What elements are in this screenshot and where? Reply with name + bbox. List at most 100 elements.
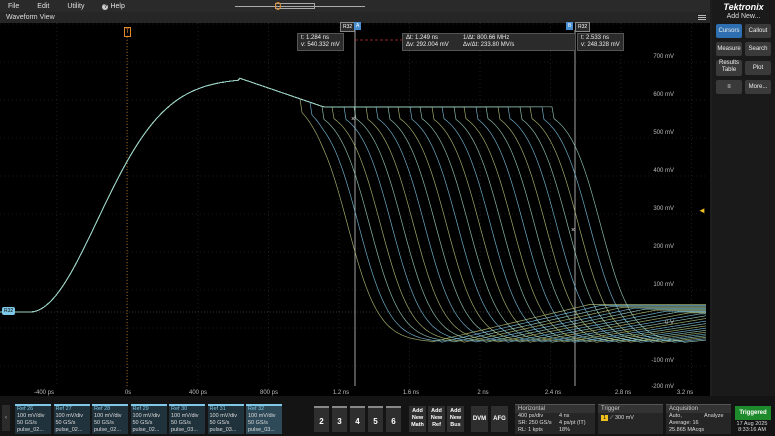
y-tick: 700 mV bbox=[653, 54, 674, 60]
dvm-button[interactable]: DVM bbox=[471, 406, 488, 432]
ref-file: pulse_03... bbox=[171, 427, 198, 433]
ref-file: pulse_03... bbox=[248, 427, 275, 433]
y-tick: 600 mV bbox=[653, 92, 674, 98]
menu-help-label: Help bbox=[110, 2, 125, 10]
ref-file: pulse_02... bbox=[132, 427, 160, 433]
channel-3-button[interactable]: 3 bbox=[332, 406, 347, 432]
channel-5-button[interactable]: 5 bbox=[368, 406, 383, 432]
side-panel: Cursors Callout Measure Search Results Ta… bbox=[712, 24, 775, 396]
help-icon: ? bbox=[102, 3, 109, 10]
ref-scale: 100 mV/div bbox=[209, 413, 238, 419]
cursor-a-handle[interactable]: A bbox=[354, 22, 362, 30]
cursor-b-handle[interactable]: B bbox=[566, 22, 574, 30]
waveform-plot[interactable]: ×× bbox=[0, 23, 763, 405]
cursor-b-crosshair: × bbox=[571, 227, 575, 234]
view-menu-icon[interactable] bbox=[698, 15, 706, 21]
trigger-position-icon bbox=[275, 2, 281, 10]
afg-button[interactable]: AFG bbox=[491, 406, 508, 432]
channel-6-button[interactable]: 6 bbox=[386, 406, 401, 432]
triggered-status[interactable]: Triggered bbox=[735, 406, 771, 420]
ref-scale: 100 mV/div bbox=[248, 413, 276, 419]
ref-badge[interactable]: Ref 29 100 mV/div 50 GS/s pulse_02... bbox=[130, 404, 167, 434]
y-tick: 0 V bbox=[664, 320, 674, 326]
ref-rate: 50 GS/s bbox=[248, 420, 268, 426]
y-tick: 100 mV bbox=[653, 282, 674, 288]
ref-rate: 50 GS/s bbox=[17, 420, 37, 426]
trigger-source-badge: 1 bbox=[601, 415, 609, 421]
ref-name: Ref 27 bbox=[55, 406, 72, 412]
more-button[interactable]: More... bbox=[745, 80, 771, 94]
measure-button[interactable]: Measure bbox=[716, 42, 742, 56]
ref-scale: 100 mV/div bbox=[171, 413, 199, 419]
ref-rate: 50 GS/s bbox=[171, 420, 191, 426]
ref-name: Ref 30 bbox=[171, 406, 188, 412]
y-tick: 400 mV bbox=[653, 168, 674, 174]
ref-file: pulse_02... bbox=[17, 427, 44, 433]
y-tick: 200 mV bbox=[653, 244, 674, 250]
channel-4-button[interactable]: 4 bbox=[350, 406, 365, 432]
cursors-button[interactable]: Cursors bbox=[716, 24, 742, 38]
plot-button[interactable]: Plot bbox=[745, 61, 771, 75]
ref-scale: 100 mV/div bbox=[94, 413, 122, 419]
more-icon-button[interactable]: ≡ bbox=[716, 80, 742, 94]
ref-name: Ref 28 bbox=[94, 406, 111, 412]
cursor-delta-readout: Δt: 1.249 ns 1/Δt: 800.66 MHz Δv: 292.00… bbox=[402, 33, 576, 51]
ref-badge[interactable]: Ref 30 100 mV/div 50 GS/s pulse_03... bbox=[169, 404, 205, 434]
y-tick: -100 mV bbox=[651, 358, 674, 364]
menu-utility[interactable]: Utility bbox=[67, 3, 84, 10]
menu-edit[interactable]: Edit bbox=[37, 3, 49, 10]
y-tick: 500 mV bbox=[653, 130, 674, 136]
ref-name: Ref 26 bbox=[17, 406, 34, 412]
ref-name: Ref 29 bbox=[132, 406, 149, 412]
trigger-panel[interactable]: Trigger 1 ⟋ 300 mV bbox=[598, 404, 663, 434]
results-table-button[interactable]: Results Table bbox=[716, 60, 742, 76]
ref-badge[interactable]: Ref 28 100 mV/div 50 GS/s pulse_02... bbox=[92, 404, 128, 434]
acquisition-panel[interactable]: Acquisition Auto, Analyze Average: 16 25.… bbox=[666, 404, 731, 434]
ref-file: pulse_02... bbox=[94, 427, 121, 433]
waveform-view[interactable]: Waveform View × × 700 mV 600 mV 500 mV 40… bbox=[0, 12, 763, 405]
rising-edge-icon: ⟋ bbox=[609, 415, 614, 421]
bars-icon: ≡ bbox=[727, 84, 731, 90]
brand-area: Tektronix Add New... bbox=[712, 0, 775, 24]
add-new-bus-button[interactable]: Add New Bus bbox=[447, 406, 464, 432]
cursor-a-readout: t: 1.284 ns v: 540.332 mV bbox=[297, 33, 344, 51]
cursor-b-ref-tag: R32 bbox=[575, 22, 591, 32]
add-new-math-button[interactable]: Add New Math bbox=[409, 406, 426, 432]
ref-rate: 50 GS/s bbox=[132, 420, 153, 426]
add-new-label: Add New... bbox=[726, 13, 761, 20]
channel-2-button[interactable]: 2 bbox=[314, 406, 329, 432]
ref-file: pulse_03... bbox=[209, 427, 237, 433]
plot-area[interactable]: × × 700 mV 600 mV 500 mV 400 mV 300 mV 20… bbox=[0, 22, 763, 405]
menu-help[interactable]: ? Help bbox=[102, 2, 125, 10]
ref-rate: 50 GS/s bbox=[94, 420, 114, 426]
settings-bar: ‹ Ref 26 100 mV/div 50 GS/s pulse_02... Ref … bbox=[0, 396, 775, 436]
ref-badge[interactable]: Ref 31 100 mV/div 50 GS/s pulse_03... bbox=[207, 404, 244, 434]
scroll-left-button[interactable]: ‹ bbox=[2, 405, 10, 431]
ref-badge[interactable]: Ref 26 100 mV/div 50 GS/s pulse_02... bbox=[15, 404, 51, 434]
add-new-ref-button[interactable]: Add New Ref bbox=[428, 406, 445, 432]
ref-rate: 50 GS/s bbox=[55, 420, 76, 426]
trigger-level-icon[interactable]: ◄ bbox=[698, 206, 706, 215]
callout-button[interactable]: Callout bbox=[745, 24, 771, 38]
ref-badge[interactable]: Ref 27 100 mV/div 50 GS/s pulse_02... bbox=[53, 404, 90, 434]
trigger-time-marker[interactable]: T bbox=[124, 27, 131, 37]
horizontal-panel[interactable]: Horizontal 400 ps/div 4 ns SR: 250 GS/s 4 … bbox=[515, 404, 595, 434]
y-tick: 300 mV bbox=[653, 206, 674, 212]
tektronix-logo: Tektronix bbox=[723, 2, 764, 12]
ref-rate: 50 GS/s bbox=[209, 420, 230, 426]
ref-badge[interactable]: Ref 32 100 mV/div 50 GS/s pulse_03... bbox=[246, 404, 282, 434]
menu-file[interactable]: File bbox=[8, 3, 19, 10]
cursor-b-readout: t: 2.533 ns v: 248.328 mV bbox=[577, 33, 624, 51]
view-title: Waveform View bbox=[6, 14, 55, 21]
date-time: 17 Aug 2025 8:33:16 AM bbox=[736, 421, 768, 433]
ref-offset-marker[interactable]: R32 bbox=[2, 307, 16, 315]
ref-name: Ref 32 bbox=[248, 406, 265, 412]
ref-scale: 100 mV/div bbox=[132, 413, 161, 419]
ref-scale: 100 mV/div bbox=[55, 413, 84, 419]
search-button[interactable]: Search bbox=[745, 42, 771, 56]
ref-file: pulse_02... bbox=[55, 427, 83, 433]
cursor-a-crosshair: × bbox=[351, 116, 355, 123]
record-overview[interactable] bbox=[235, 2, 365, 10]
ref-name: Ref 31 bbox=[209, 406, 226, 412]
cursor-a-ref-tag: R32 bbox=[340, 22, 356, 32]
